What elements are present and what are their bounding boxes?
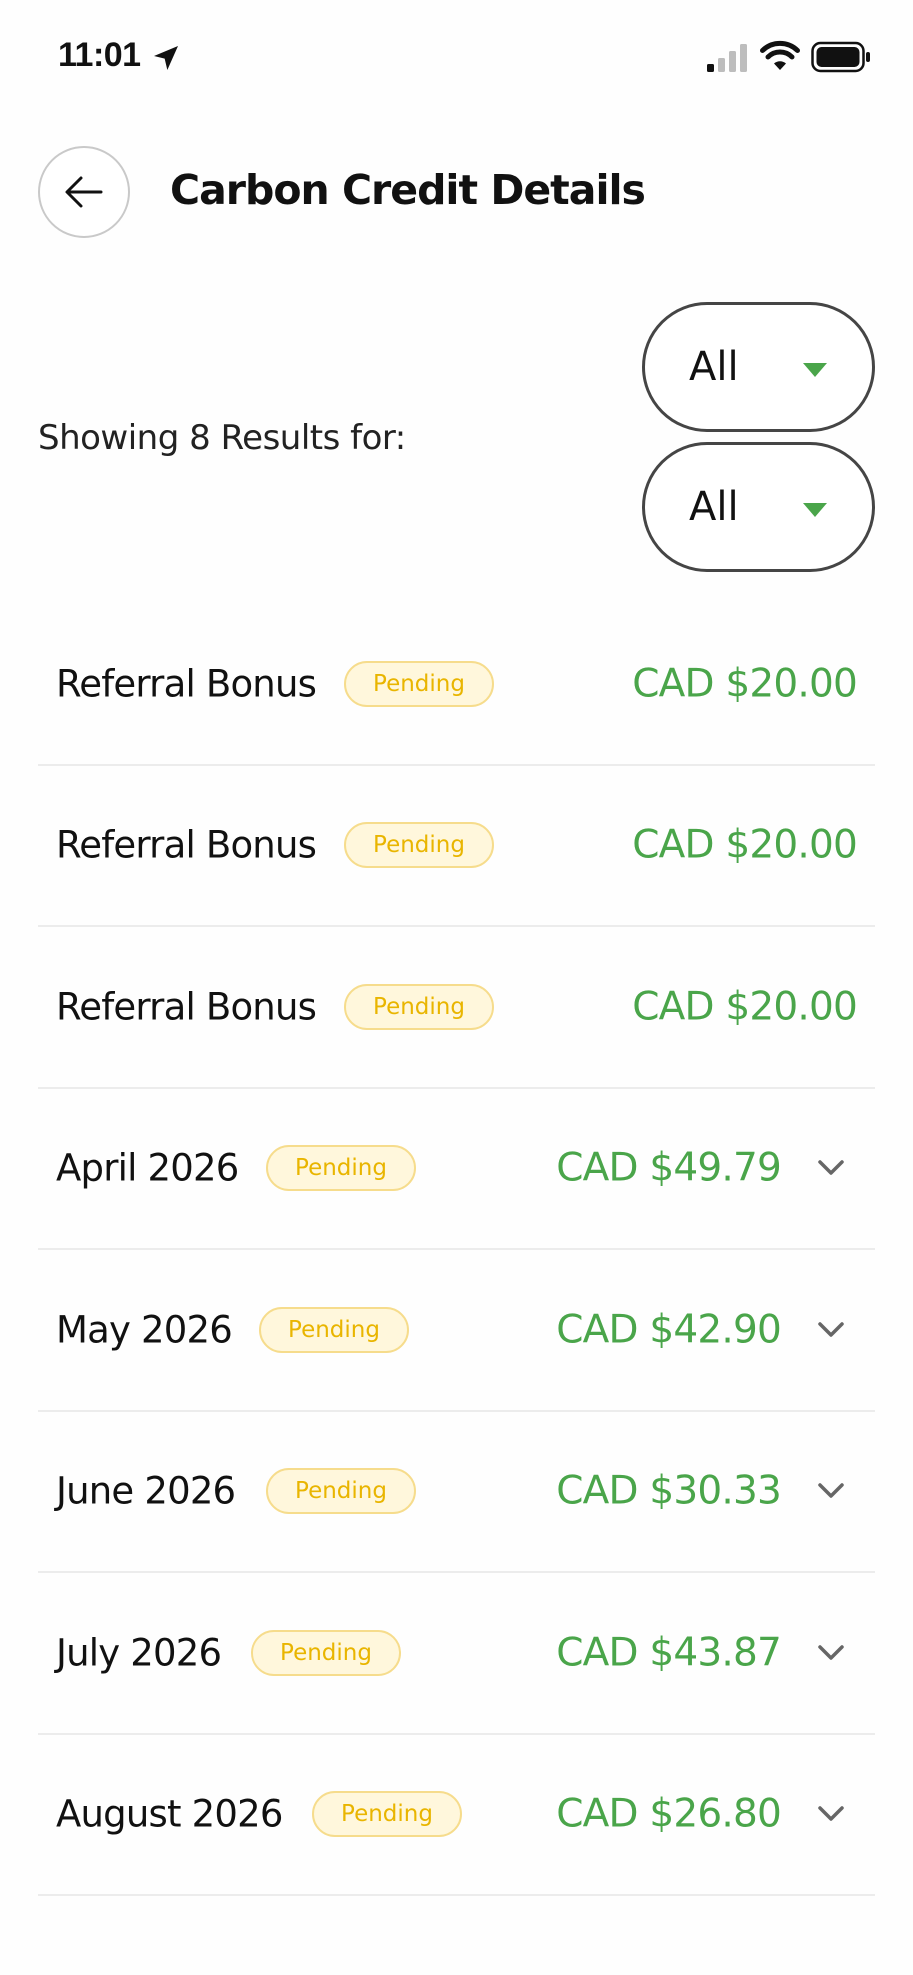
wifi-icon: [760, 40, 800, 70]
item-label: August 2026: [56, 1792, 283, 1836]
filter-dropdown-1-value: All: [689, 344, 739, 390]
status-badge: Pending: [251, 1629, 401, 1676]
arrow-left-icon: [65, 176, 103, 208]
filter-dropdown-2[interactable]: All: [642, 442, 875, 572]
item-label: Referral Bonus: [56, 662, 317, 706]
item-label: June 2026: [56, 1469, 236, 1513]
item-amount: CAD $43.87: [556, 1630, 782, 1676]
status-badge: Pending: [344, 660, 494, 707]
status-badge: Pending: [266, 1468, 416, 1515]
item-label: July 2026: [56, 1631, 222, 1675]
caret-down-icon: [803, 363, 827, 377]
item-label: April 2026: [56, 1146, 239, 1190]
chevron-down-icon[interactable]: [817, 1482, 845, 1500]
battery-icon: [811, 41, 870, 73]
list-item-expandable[interactable]: April 2026 Pending CAD $49.79: [38, 1089, 875, 1250]
chevron-down-icon[interactable]: [817, 1805, 845, 1823]
status-badge: Pending: [259, 1306, 409, 1353]
chevron-down-icon[interactable]: [817, 1644, 845, 1662]
filter-dropdown-1[interactable]: All: [642, 302, 875, 432]
status-bar: 11:01: [0, 0, 913, 115]
item-label: Referral Bonus: [56, 985, 317, 1029]
status-badge: Pending: [312, 1791, 462, 1838]
credit-list: Referral Bonus Pending CAD $20.00 Referr…: [38, 604, 875, 1896]
back-button[interactable]: [38, 146, 130, 238]
status-badge: Pending: [344, 983, 494, 1030]
results-count-label: Showing 8 Results for:: [38, 418, 406, 458]
item-amount: CAD $49.79: [556, 1145, 782, 1191]
list-item-expandable[interactable]: May 2026 Pending CAD $42.90: [38, 1250, 875, 1412]
item-amount: CAD $26.80: [556, 1791, 782, 1837]
item-amount: CAD $20.00: [632, 984, 858, 1030]
signal-icon: [707, 44, 747, 72]
status-badge: Pending: [344, 822, 494, 869]
list-item: Referral Bonus Pending CAD $20.00: [38, 766, 875, 927]
item-amount: CAD $20.00: [632, 661, 858, 707]
list-item-expandable[interactable]: June 2026 Pending CAD $30.33: [38, 1412, 875, 1573]
list-item: Referral Bonus Pending CAD $20.00: [38, 604, 875, 766]
item-amount: CAD $20.00: [632, 822, 858, 868]
item-label: Referral Bonus: [56, 823, 317, 867]
item-label: May 2026: [56, 1308, 233, 1352]
filter-dropdown-2-value: All: [689, 484, 739, 530]
caret-down-icon: [803, 503, 827, 517]
list-item: Referral Bonus Pending CAD $20.00: [38, 927, 875, 1089]
chevron-down-icon[interactable]: [817, 1159, 845, 1177]
location-arrow-icon: [154, 46, 178, 70]
chevron-down-icon[interactable]: [817, 1321, 845, 1339]
status-badge: Pending: [266, 1145, 416, 1192]
page-title: Carbon Credit Details: [170, 166, 646, 214]
status-time: 11:01: [58, 36, 141, 74]
list-item-expandable[interactable]: August 2026 Pending CAD $26.80: [38, 1735, 875, 1896]
item-amount: CAD $42.90: [556, 1307, 782, 1353]
list-item-expandable[interactable]: July 2026 Pending CAD $43.87: [38, 1573, 875, 1735]
item-amount: CAD $30.33: [556, 1468, 782, 1514]
